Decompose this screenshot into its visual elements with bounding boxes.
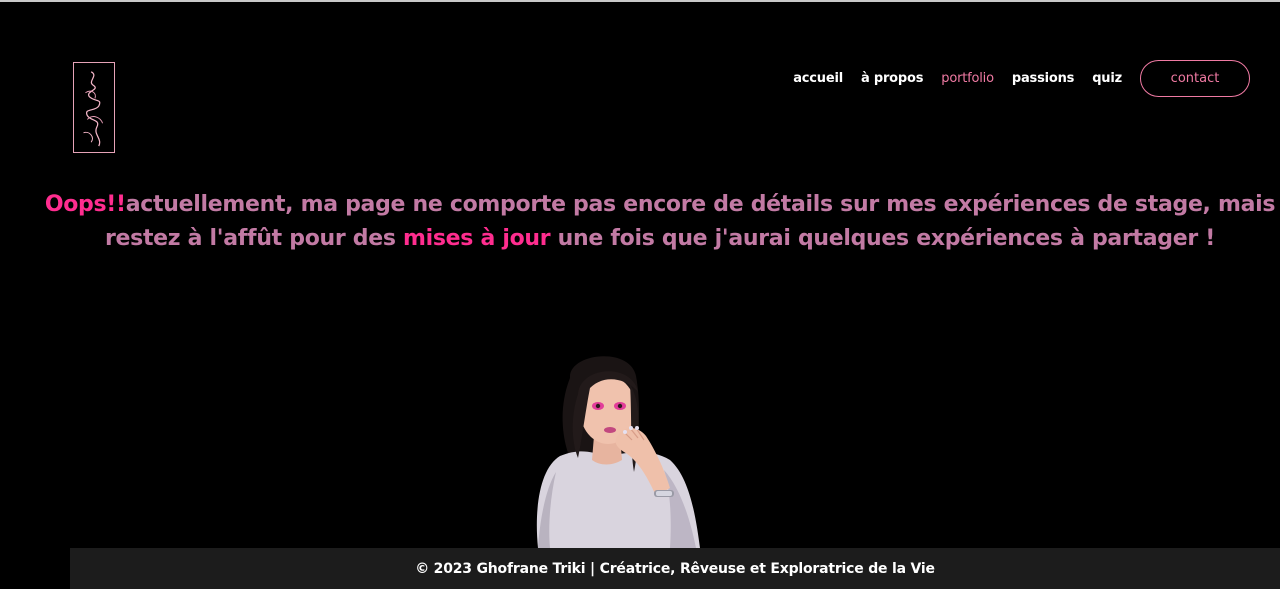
nav-item-quiz[interactable]: quiz [1092,71,1122,86]
top-border [0,0,1280,2]
message-end: une fois que j'aurai quelques expérience… [550,226,1216,251]
signature-logo-icon [83,71,104,147]
nav-item-accueil[interactable]: accueil [793,71,843,86]
footer: © 2023 Ghofrane Triki | Créatrice, Rêveu… [70,548,1280,589]
logo[interactable] [73,62,115,153]
message-oops: Oops!! [44,192,126,217]
contact-button[interactable]: contact [1140,59,1250,97]
nav-item-passions[interactable]: passions [1012,71,1075,86]
nav-item-a-propos[interactable]: à propos [861,71,924,86]
main-nav: accueil à propos portfolio passions quiz… [793,59,1250,97]
page: accueil à propos portfolio passions quiz… [0,0,1280,589]
girl-avatar-illustration [520,348,704,548]
footer-copyright: © 2023 Ghofrane Triki | Créatrice, Rêveu… [415,560,935,577]
nav-item-portfolio[interactable]: portfolio [941,71,994,86]
message-updates: mises à jour [403,226,551,251]
placeholder-message: Oops!!actuellement, ma page ne comporte … [40,188,1280,256]
